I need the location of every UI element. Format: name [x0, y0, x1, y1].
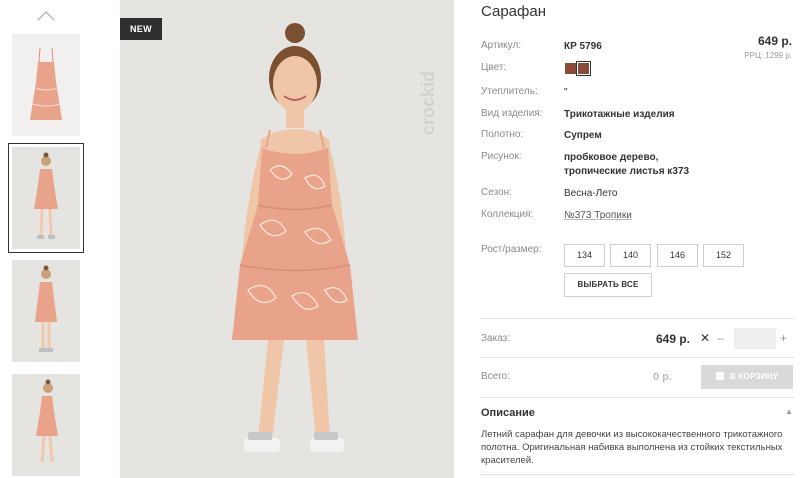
quantity-plus-button[interactable]: + [780, 331, 787, 345]
total-label: Всего: [481, 371, 510, 382]
size-option-134[interactable]: 134 [564, 244, 605, 267]
remove-order-icon[interactable]: ✕ [700, 331, 710, 345]
quantity-minus-button[interactable]: – [717, 331, 724, 345]
total-value: 0 р. [653, 371, 672, 383]
thumbnail-1[interactable] [12, 34, 80, 136]
select-all-button[interactable]: ВЫБРАТЬ ВСЕ [564, 273, 652, 297]
color-swatch-1[interactable] [565, 63, 576, 74]
thumbnail-2[interactable] [8, 143, 84, 253]
spec-label: Утеплитель: [481, 86, 538, 97]
spec-value: Супрем [564, 130, 602, 141]
spec-label: Сезон: [481, 187, 512, 198]
size-option-146[interactable]: 146 [657, 244, 698, 267]
spec-value: " [564, 87, 568, 98]
product-title: Сарафан [481, 3, 546, 20]
brand-logo: crockid [418, 71, 438, 135]
collection-link[interactable]: №373 Тропики [564, 209, 632, 223]
spec-label: Артикул: [481, 40, 522, 51]
spec-label: Цвет: [481, 62, 507, 73]
product-photo [120, 0, 454, 478]
product-rrp: РРЦ: 1299 р. [744, 51, 792, 60]
add-to-cart-button[interactable]: В КОРЗИНУ [701, 365, 793, 389]
description-text: Летний сарафан для девочки из высококаче… [481, 429, 783, 466]
size-label: Рост/размер: [481, 244, 542, 255]
chevron-up-icon[interactable] [36, 8, 56, 22]
thumbnail-gallery [0, 0, 92, 478]
cart-icon [715, 372, 724, 380]
thumbnail-4[interactable] [12, 374, 80, 476]
divider [480, 474, 794, 475]
add-to-cart-label: В КОРЗИНУ [729, 372, 779, 381]
collapse-caret-icon[interactable]: ▲ [785, 407, 793, 416]
new-badge: NEW [120, 18, 162, 40]
color-swatch-2[interactable] [576, 61, 591, 76]
size-option-152[interactable]: 152 [703, 244, 744, 267]
spec-label: Коллекция: [481, 209, 534, 220]
spec-value: Трикотажные изделия [564, 109, 675, 120]
divider [480, 397, 794, 398]
order-price: 649 р. [656, 332, 691, 346]
size-option-140[interactable]: 140 [610, 244, 651, 267]
spec-label: Полотно: [481, 129, 524, 140]
spec-value: пробковое дерево, тропические листья к37… [564, 152, 689, 177]
spec-label: Вид изделия: [481, 108, 543, 119]
divider [480, 357, 794, 358]
divider [480, 318, 794, 319]
main-product-image: NEW crockid [120, 0, 454, 478]
product-details: Сарафан 649 р. РРЦ: 1299 р. Артикул: КР … [480, 0, 800, 478]
spec-label: Рисунок: [481, 151, 522, 162]
thumbnail-3[interactable] [12, 260, 80, 362]
product-price: 649 р. [757, 34, 792, 48]
quantity-input[interactable] [734, 328, 776, 349]
spec-value: Весна-Лето [564, 188, 618, 199]
order-label: Заказ: [481, 333, 511, 344]
spec-value: КР 5796 [564, 41, 602, 52]
description-title: Описание [481, 407, 535, 419]
brand-logo-text: crockid [418, 71, 438, 135]
